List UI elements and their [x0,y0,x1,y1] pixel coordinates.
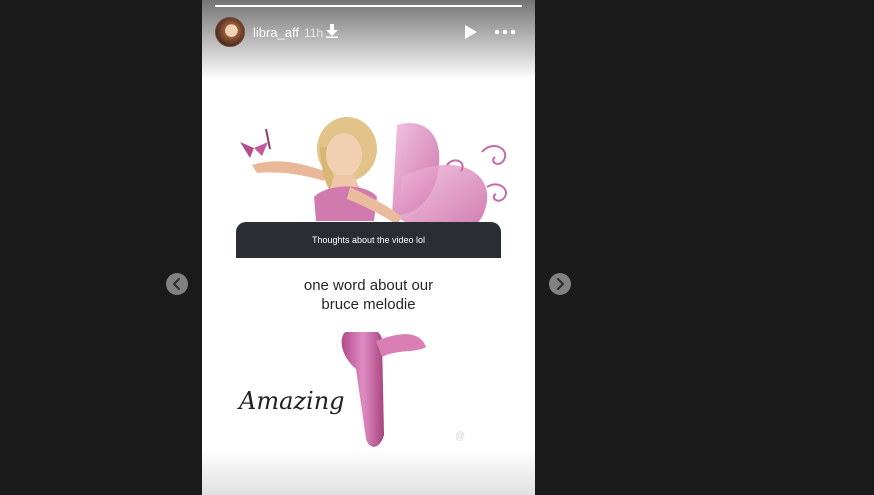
question-answer: one word about our bruce melodie [236,276,501,314]
story-frame[interactable]: Thoughts about the video lol one word ab… [202,0,535,495]
answer-line-1: one word about our [303,277,434,294]
username[interactable]: libra_aff [253,25,299,40]
story-progress-bar [215,5,522,7]
previous-story-button[interactable] [166,273,188,295]
story-viewer: Thoughts about the video lol one word ab… [0,0,874,495]
avatar[interactable] [215,17,245,47]
question-answer-box: one word about our bruce melodie [236,258,501,332]
watermark: @ [455,431,466,442]
story-header: libra_aff 11h [215,17,522,47]
download-icon[interactable] [326,24,338,38]
question-prompt: Thoughts about the video lol [236,222,501,258]
more-options-icon[interactable] [494,27,516,37]
story-progress-fill [215,5,522,7]
bottom-gradient [202,448,535,495]
question-sticker[interactable]: Thoughts about the video lol one word ab… [236,222,501,332]
answer-line-2: bruce melodie [321,296,416,313]
post-time: 11h [304,26,324,40]
next-story-button[interactable] [549,273,571,295]
play-icon[interactable] [464,24,478,40]
chevron-left-icon [173,278,180,290]
overlay-caption: Amazing [239,387,345,415]
chevron-right-icon [557,278,564,290]
